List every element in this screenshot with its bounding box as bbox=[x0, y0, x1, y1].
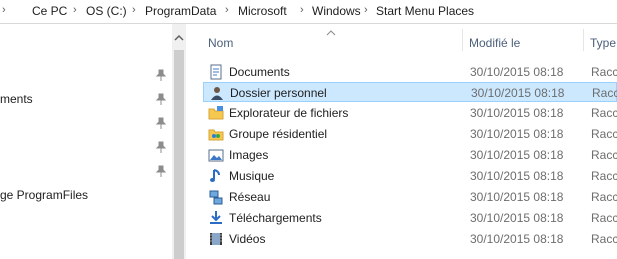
address-bar[interactable]: › Ce PC › OS (C:) › ProgramData › Micros… bbox=[0, 0, 617, 24]
file-type: Racco bbox=[591, 232, 617, 246]
file-name: Groupe résidentiel bbox=[229, 127, 328, 141]
videos-icon bbox=[208, 231, 224, 247]
breadcrumb-chevron-icon[interactable]: › bbox=[364, 4, 368, 16]
breadcrumb-chevron-icon[interactable]: › bbox=[73, 4, 77, 16]
column-header-name[interactable]: Nom bbox=[208, 36, 233, 50]
file-row[interactable]: Vidéos 30/10/2015 08:18 Racco bbox=[203, 229, 617, 249]
user-folder-icon bbox=[209, 85, 225, 101]
file-row[interactable]: Musique 30/10/2015 08:18 Racco bbox=[203, 166, 617, 186]
scroll-thumb[interactable] bbox=[174, 50, 184, 259]
pin-icon bbox=[155, 93, 167, 105]
homegroup-icon bbox=[208, 126, 224, 142]
pin-icon bbox=[155, 69, 167, 81]
column-header-modified[interactable]: Modifié le bbox=[469, 36, 520, 50]
file-row[interactable]: Images 30/10/2015 08:18 Racco bbox=[203, 145, 617, 165]
file-date: 30/10/2015 08:18 bbox=[470, 106, 564, 120]
file-name: Documents bbox=[229, 65, 290, 79]
file-row[interactable]: Explorateur de fichiers 30/10/2015 08:18… bbox=[203, 103, 617, 123]
file-name: Images bbox=[229, 148, 269, 162]
breadcrumb-programdata[interactable]: ProgramData bbox=[145, 4, 216, 18]
pin-icon bbox=[155, 117, 167, 129]
file-name: Explorateur de fichiers bbox=[229, 106, 349, 120]
column-header-type[interactable]: Type bbox=[590, 36, 616, 50]
music-icon bbox=[208, 168, 224, 184]
file-date: 30/10/2015 08:18 bbox=[470, 148, 564, 162]
file-date: 30/10/2015 08:18 bbox=[471, 86, 565, 100]
file-row[interactable]: Documents 30/10/2015 08:18 Racco bbox=[203, 62, 617, 82]
breadcrumb-start-menu-places[interactable]: Start Menu Places bbox=[376, 4, 474, 18]
file-date: 30/10/2015 08:18 bbox=[470, 127, 564, 141]
file-type: Racco bbox=[591, 169, 617, 183]
nav-item-programfiles[interactable]: ge ProgramFiles bbox=[0, 188, 88, 202]
scroll-up-arrow-icon[interactable] bbox=[172, 32, 186, 42]
breadcrumb-microsoft[interactable]: Microsoft bbox=[238, 4, 287, 18]
file-row[interactable]: Réseau 30/10/2015 08:18 Racco bbox=[203, 187, 617, 207]
file-date: 30/10/2015 08:18 bbox=[470, 169, 564, 183]
file-type: Racco bbox=[591, 148, 617, 162]
file-type: Racco bbox=[591, 106, 617, 120]
file-name: Téléchargements bbox=[229, 211, 322, 225]
file-row[interactable]: Téléchargements 30/10/2015 08:18 Racco bbox=[203, 208, 617, 228]
breadcrumb-windows[interactable]: Windows bbox=[312, 4, 361, 18]
file-date: 30/10/2015 08:18 bbox=[470, 65, 564, 79]
file-row[interactable]: Groupe résidentiel 30/10/2015 08:18 Racc… bbox=[203, 124, 617, 144]
file-date: 30/10/2015 08:18 bbox=[470, 190, 564, 204]
navigation-pane: ments ge ProgramFiles bbox=[0, 24, 172, 259]
network-icon bbox=[208, 189, 224, 205]
documents-icon bbox=[208, 64, 224, 80]
breadcrumb-chevron-icon[interactable]: › bbox=[2, 4, 6, 16]
folder-icon bbox=[208, 105, 224, 121]
file-type: Racco bbox=[591, 211, 617, 225]
file-type: Racco bbox=[592, 86, 617, 100]
file-name: Vidéos bbox=[229, 232, 266, 246]
file-type: Racco bbox=[591, 65, 617, 79]
sort-ascending-icon bbox=[326, 25, 336, 39]
breadcrumb-this-pc[interactable]: Ce PC bbox=[32, 4, 67, 18]
images-icon bbox=[208, 147, 224, 163]
nav-scrollbar[interactable] bbox=[172, 24, 186, 259]
column-divider[interactable] bbox=[583, 29, 584, 51]
file-name: Musique bbox=[229, 169, 275, 183]
downloads-icon bbox=[208, 210, 224, 226]
pin-icon bbox=[155, 165, 167, 177]
breadcrumb-chevron-icon[interactable]: › bbox=[225, 4, 229, 16]
file-name: Dossier personnel bbox=[230, 86, 327, 100]
file-type: Racco bbox=[591, 127, 617, 141]
breadcrumb-chevron-icon[interactable]: › bbox=[132, 4, 136, 16]
nav-item-documents[interactable]: ments bbox=[0, 92, 33, 106]
file-date: 30/10/2015 08:18 bbox=[470, 211, 564, 225]
breadcrumb-os-drive[interactable]: OS (C:) bbox=[86, 4, 127, 18]
file-name: Réseau bbox=[229, 190, 271, 204]
file-date: 30/10/2015 08:18 bbox=[470, 232, 564, 246]
column-divider[interactable] bbox=[462, 29, 463, 51]
breadcrumb-chevron-icon[interactable]: › bbox=[300, 4, 304, 16]
pin-icon bbox=[155, 141, 167, 153]
file-type: Racco bbox=[591, 190, 617, 204]
file-row-selected[interactable]: Dossier personnel 30/10/2015 08:18 Racco bbox=[203, 82, 617, 102]
